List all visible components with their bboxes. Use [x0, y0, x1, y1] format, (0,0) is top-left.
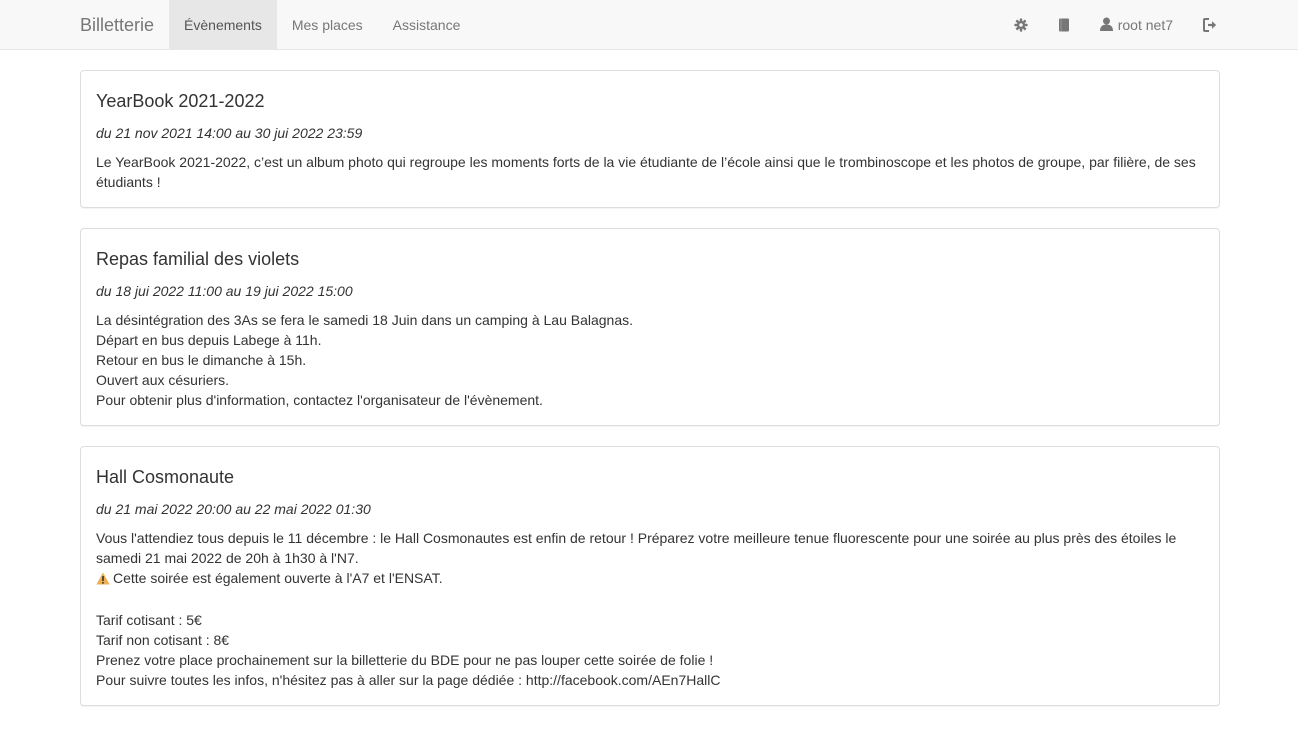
event-description: Vous l'attendiez tous depuis le 11 décem… [96, 528, 1204, 690]
event-dates: du 21 mai 2022 20:00 au 22 mai 2022 01:3… [96, 501, 371, 517]
nav-item-mes-places[interactable]: Mes places [277, 0, 378, 50]
event-title: Repas familial des violets [96, 249, 300, 269]
brand-link[interactable]: Billetterie [65, 0, 169, 50]
event-description: Le YearBook 2021-2022, c’est un album ph… [96, 152, 1204, 192]
event-dates: du 21 nov 2021 14:00 au 30 jui 2022 23:5… [96, 125, 363, 141]
description-line: Pour suivre toutes les infos, n'hésitez … [96, 672, 721, 688]
description-line: Pour obtenir plus d'information, contact… [96, 392, 543, 408]
description-line: Prenez votre place prochainement sur la … [96, 652, 714, 668]
warning-text: Cette soirée est également ouverte à l'A… [113, 570, 443, 586]
main-nav: Évènements Mes places Assistance [169, 0, 475, 50]
user-profile-link[interactable]: root net7 [1085, 0, 1188, 50]
event-description: La désintégration des 3As se fera le sam… [96, 310, 1204, 410]
nav-item-evenements[interactable]: Évènements [169, 0, 277, 50]
description-line: Départ en bus depuis Labege à 11h. [96, 332, 322, 348]
book-button[interactable] [1043, 0, 1085, 50]
gear-icon [1014, 18, 1028, 32]
description-line-warning: Cette soirée est également ouverte à l'A… [96, 568, 1204, 590]
event-title: YearBook 2021-2022 [96, 91, 265, 111]
settings-button[interactable] [999, 0, 1043, 50]
description-line: La désintégration des 3As se fera le sam… [96, 312, 634, 328]
description-line: Tarif cotisant : 5€ [96, 612, 202, 628]
logout-icon [1203, 18, 1218, 32]
user-nav: root net7 [999, 0, 1233, 50]
user-icon [1099, 17, 1118, 34]
description-line: Le YearBook 2021-2022, c’est un album ph… [96, 154, 1196, 190]
nav-item-assistance[interactable]: Assistance [378, 0, 476, 50]
navbar-inner: Billetterie Évènements Mes places Assist… [65, 0, 1233, 50]
logout-button[interactable] [1188, 0, 1233, 50]
user-name: root net7 [1117, 17, 1173, 33]
book-icon [1058, 18, 1070, 32]
description-blank-line [96, 590, 1204, 610]
events-list: YearBook 2021-2022 du 21 nov 2021 14:00 … [80, 70, 1220, 726]
warning-icon [96, 570, 110, 590]
top-navbar: Billetterie Évènements Mes places Assist… [0, 0, 1298, 50]
description-line: Vous l'attendiez tous depuis le 11 décem… [96, 530, 1177, 566]
event-dates: du 18 jui 2022 11:00 au 19 jui 2022 15:0… [96, 283, 353, 299]
description-line: Retour en bus le dimanche à 15h. [96, 352, 307, 368]
event-panel[interactable]: YearBook 2021-2022 du 21 nov 2021 14:00 … [80, 70, 1220, 208]
event-panel[interactable]: Hall Cosmonaute du 21 mai 2022 20:00 au … [80, 446, 1220, 706]
description-line: Ouvert aux césuriers. [96, 372, 230, 388]
event-panel[interactable]: Repas familial des violets du 18 jui 202… [80, 228, 1220, 426]
event-title: Hall Cosmonaute [96, 467, 235, 487]
description-line: Tarif non cotisant : 8€ [96, 632, 230, 648]
